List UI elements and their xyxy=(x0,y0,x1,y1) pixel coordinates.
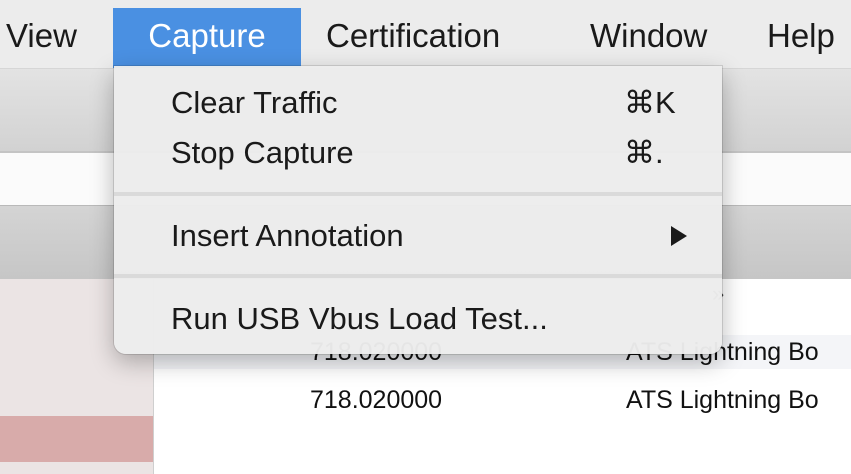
capture-menu: Clear Traffic ⌘K Stop Capture ⌘. Insert … xyxy=(114,66,722,354)
menu-certification[interactable]: Certification xyxy=(326,8,500,64)
menu-capture[interactable]: Capture xyxy=(113,8,301,68)
triangle-right-icon xyxy=(670,213,688,275)
menu-separator xyxy=(114,274,722,278)
shortcut-label: ⌘. xyxy=(624,135,664,170)
menu-item-insert-annotation[interactable]: Insert Annotation xyxy=(114,213,722,259)
menu-view[interactable]: View xyxy=(6,8,77,64)
menu-item-label: Stop Capture xyxy=(171,135,354,170)
table-row[interactable]: 718.020000 ATS Lightning Bo xyxy=(154,383,851,417)
menu-item-run-usb-vbus-load-test[interactable]: Run USB Vbus Load Test... xyxy=(114,296,722,342)
shortcut-label: ⌘K xyxy=(624,85,676,120)
row-name: ATS Lightning Bo xyxy=(626,386,819,414)
menu-item-stop-capture[interactable]: Stop Capture ⌘. xyxy=(114,130,722,176)
menu-item-label: Insert Annotation xyxy=(171,218,404,253)
menu-help[interactable]: Help xyxy=(767,8,835,64)
menu-bar: View Capture Certification Window Help xyxy=(0,0,851,69)
menu-item-label: Run USB Vbus Load Test... xyxy=(171,301,548,336)
row-time: 718.020000 xyxy=(310,386,443,414)
sidebar-selected-item[interactable] xyxy=(0,416,153,462)
menu-item-label: Clear Traffic xyxy=(171,85,338,120)
menu-separator xyxy=(114,192,722,196)
menu-item-clear-traffic[interactable]: Clear Traffic ⌘K xyxy=(114,80,722,126)
menu-window[interactable]: Window xyxy=(590,8,707,64)
screen: » 718.020000 ATS Lightning Bo 718.020000… xyxy=(0,0,851,474)
